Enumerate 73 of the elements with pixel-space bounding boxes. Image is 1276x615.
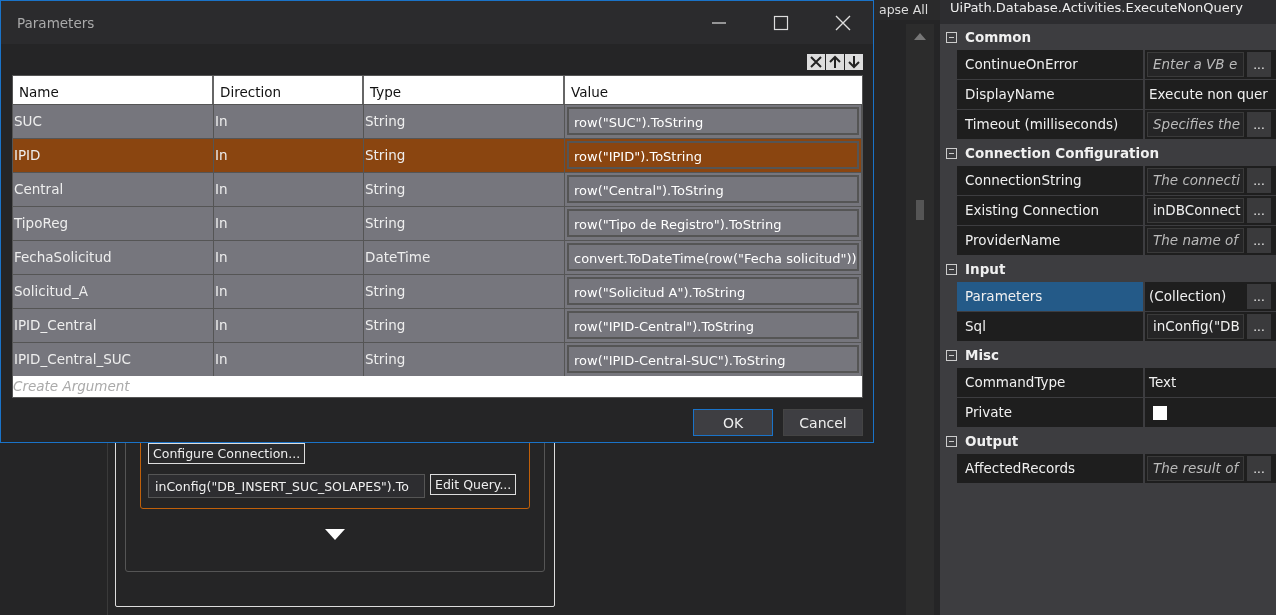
expression-field[interactable]: The result of [1147, 456, 1244, 481]
property-name[interactable]: DisplayName [957, 80, 1143, 109]
ok-button[interactable]: OK [693, 409, 773, 436]
ellipsis-button[interactable]: ... [1247, 168, 1271, 193]
delete-icon[interactable] [807, 54, 825, 70]
property-name[interactable]: ConnectionString [957, 166, 1143, 195]
collapse-icon[interactable] [946, 263, 957, 275]
category-label: Input [965, 261, 1006, 277]
argument-row[interactable]: TipoReg In String row("Tipo de Registro").ToString [13, 206, 862, 240]
dialog-title: Parameters [17, 14, 95, 31]
toolbar-link[interactable]: apse All [879, 0, 929, 20]
cancel-button[interactable]: Cancel [783, 409, 863, 436]
property-name[interactable]: AffectedRecords [957, 454, 1143, 483]
expression-field[interactable]: inConfig("DB [1147, 314, 1244, 339]
scroll-up-icon[interactable] [914, 32, 926, 40]
collapse-icon[interactable] [946, 349, 957, 361]
value-field[interactable]: row("Solicitud A").ToString [567, 277, 859, 305]
ellipsis-button[interactable]: ... [1247, 284, 1271, 309]
expression-field[interactable]: The connecti [1147, 168, 1244, 193]
property-name[interactable]: Parameters [957, 282, 1143, 311]
property-name[interactable]: Private [957, 398, 1143, 427]
argument-row[interactable]: SUC In String row("SUC").ToString [13, 104, 862, 138]
close-icon[interactable] [835, 14, 851, 31]
argument-row[interactable]: Solicitud_A In String row("Solicitud A").ToString [13, 274, 862, 308]
maximize-icon[interactable] [773, 14, 789, 31]
property-name[interactable]: Sql [957, 312, 1143, 341]
argument-row[interactable]: IPID_Central_SUC In String row("IPID-Central-SUC").ToString [13, 342, 862, 376]
property-value: (Collection) [1148, 287, 1228, 306]
collapse-icon[interactable] [946, 31, 957, 43]
configure-connection-button[interactable]: Configure Connection... [148, 443, 306, 464]
expression-field[interactable]: inDBConnect [1147, 198, 1244, 223]
value-field[interactable]: row("IPID-Central").ToString [567, 311, 859, 339]
property-name[interactable]: ContinueOnError [957, 50, 1143, 79]
ellipsis-button[interactable]: ... [1247, 228, 1271, 253]
scroll-thumb[interactable] [916, 200, 924, 220]
ellipsis-button[interactable]: ... [1247, 456, 1271, 481]
category-label: Output [965, 433, 1019, 449]
argument-row[interactable]: Central In String row("Central").ToString [13, 172, 862, 206]
category-label: Connection Configuration [965, 145, 1160, 161]
value-field[interactable]: row("IPID").ToString [567, 141, 859, 169]
property-name[interactable]: ProviderName [957, 226, 1143, 255]
value-field[interactable]: convert.ToDateTime(row("Fecha solicitud")) [567, 243, 859, 271]
move-down-icon[interactable] [845, 54, 863, 70]
edit-query-button[interactable]: Edit Query... [430, 474, 517, 495]
collapse-icon[interactable] [946, 147, 957, 159]
argument-row[interactable]: FechaSolicitud In DateTime convert.ToDateTime(row("Fecha solicitud")) [13, 240, 862, 274]
checkbox[interactable] [1153, 405, 1167, 420]
property-value[interactable]: Text [1145, 368, 1276, 397]
category-label: Common [965, 29, 1032, 45]
category-label: Misc [965, 347, 1000, 363]
scrollbar[interactable] [906, 24, 934, 615]
value-field[interactable]: row("Tipo de Registro").ToString [567, 209, 859, 237]
expression-field[interactable]: Enter a VB e [1147, 52, 1244, 77]
property-name[interactable]: Existing Connection [957, 196, 1143, 225]
expression-field[interactable]: The name of [1147, 228, 1244, 253]
move-up-icon[interactable] [826, 54, 844, 70]
ellipsis-button[interactable]: ... [1247, 52, 1271, 77]
argument-row[interactable]: IPID_Central In String row("IPID-Central").ToString [13, 308, 862, 342]
sql-field[interactable]: inConfig("DB_INSERT_SUC_SOLAPES").To [148, 474, 425, 498]
expression-field[interactable]: Specifies the [1147, 112, 1244, 137]
ellipsis-button[interactable]: ... [1247, 112, 1271, 137]
property-name[interactable]: CommandType [957, 368, 1143, 397]
value-field[interactable]: row("IPID-Central-SUC").ToString [567, 345, 859, 373]
value-field[interactable]: row("SUC").ToString [567, 107, 859, 135]
drop-arrow-icon [325, 529, 345, 541]
panel-title: UiPath.Database.Activities.ExecuteNonQuery [940, 0, 1276, 24]
property-name[interactable]: Timeout (milliseconds) [957, 110, 1143, 139]
argument-row[interactable]: IPID In String row("IPID").ToString [13, 138, 862, 172]
property-value[interactable]: Execute non quer [1145, 80, 1276, 109]
ellipsis-button[interactable]: ... [1247, 198, 1271, 223]
ellipsis-button[interactable]: ... [1247, 314, 1271, 339]
collapse-icon[interactable] [946, 435, 957, 447]
value-field[interactable]: row("Central").ToString [567, 175, 859, 203]
